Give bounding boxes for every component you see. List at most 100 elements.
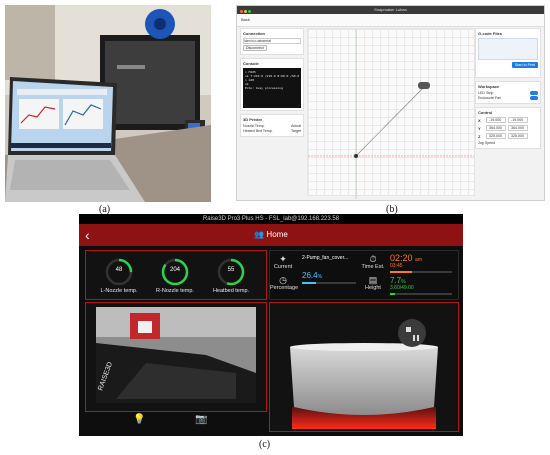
start-print-button[interactable]: Start to Print (512, 62, 538, 68)
camera-icon[interactable]: 📷 (195, 414, 207, 425)
percent-progress-bar (302, 282, 356, 284)
height-readout: 7.7% 3.60/49.00 (390, 276, 452, 295)
gauge-label: Heatbed temp. (212, 288, 250, 294)
console-heading: Console (243, 61, 259, 66)
temperature-panel: 48 L-Nozzle temp. 204 R-Nozzle temp. 55 … (85, 250, 267, 300)
toolbar: Back (237, 14, 544, 27)
console-line: Echo: busy processing (245, 86, 283, 90)
time-value: 02:20 (390, 253, 413, 263)
time-sub: 03:45 (390, 263, 403, 269)
work-position: -19.000 (486, 117, 506, 123)
led-strip-label: LED Strip (478, 91, 494, 95)
toolpath-view (308, 29, 474, 199)
time-unit: am (415, 257, 422, 263)
bed-temp-label: Heated Bed Temp. (243, 129, 273, 133)
time-progress-fill (390, 271, 412, 273)
file-block: 2-Pump_fan_cover... 26.4% (302, 255, 356, 284)
workspace-heading: Workspace (478, 84, 500, 89)
percent-value: 26.4 (302, 271, 318, 280)
window-controls (240, 8, 252, 16)
visualizer-canvas[interactable] (307, 28, 475, 199)
height-label: Height (365, 285, 381, 291)
actual-label: Actual (291, 124, 301, 128)
caption-c: (c) (259, 439, 271, 450)
time-progress-bar (390, 271, 452, 273)
axis-label: X (478, 117, 481, 123)
height-progress-fill (390, 293, 395, 295)
raise3d-touch-ui: Raise3D Pro3 Plus HS - FSL_lab@192.168.2… (79, 214, 463, 436)
connection-heading: Connection (243, 31, 265, 36)
home-title: Home (266, 230, 288, 239)
status-bar: Raise3D Pro3 Plus HS - FSL_lab@192.168.2… (79, 214, 463, 224)
home-title-wrap: 👥 Home (79, 224, 463, 246)
height-value: 7.7 (390, 276, 402, 285)
control-heading: Control (478, 110, 493, 115)
height-progress-bar (390, 293, 452, 295)
time-est-label: Time Est. (361, 264, 385, 270)
zoom-window-icon[interactable] (248, 10, 251, 13)
control-panel: Control X -19.000 -19.000 Y 364.000 364.000 … (475, 107, 541, 149)
connection-panel: Connection /dev/cu.usbserial Disconnect (240, 28, 304, 55)
back-button[interactable]: Back (241, 17, 250, 22)
enclosure-fan-toggle[interactable] (530, 96, 538, 100)
machine-position: 325.000 (508, 133, 528, 139)
machine-position: 364.000 (508, 125, 528, 131)
console-panel: Console > M105 ok T:210.0 /210.0 B:60.0 … (240, 58, 304, 111)
gauge-l-nozzle[interactable]: 48 L-Nozzle temp. (92, 257, 146, 294)
enclosure-fan-label: Enclosure Fan (478, 96, 502, 100)
axis-row-x: X -19.000 -19.000 (478, 117, 538, 123)
pause-button[interactable] (398, 319, 426, 347)
led-strip-toggle[interactable] (530, 91, 538, 95)
model-preview[interactable] (270, 303, 458, 431)
percentage-label: Percentage (270, 285, 299, 291)
disconnect-button[interactable]: Disconnect (243, 45, 267, 51)
gauge-label: L-Nozzle temp. (100, 288, 138, 294)
time-est-block: ⏱ Time Est. (360, 254, 386, 270)
time-readout: 02:20 am 03:45 (390, 253, 452, 273)
clock-icon: ◷ (279, 275, 287, 285)
height-block: ▤ Height (360, 275, 386, 291)
minimize-window-icon[interactable] (244, 10, 247, 13)
height-icon: ▤ (368, 275, 378, 285)
axis-label: Y (478, 125, 481, 131)
close-window-icon[interactable] (240, 10, 243, 13)
work-position: 364.000 (486, 125, 506, 131)
percentage-block: ◷ Percentage (270, 275, 299, 291)
printer-panel: 3D Printer Nozzle Temp. Actual Heated Be… (240, 114, 304, 137)
toolhead-icon (418, 82, 430, 89)
machine-position: -19.000 (508, 117, 528, 123)
percent-unit: % (317, 274, 323, 280)
percent-progress-fill (302, 282, 317, 284)
window-title: Snapmaker Luban (374, 7, 407, 12)
model-preview-panel (269, 302, 459, 432)
work-position: 325.000 (486, 133, 506, 139)
gauge-r-nozzle[interactable]: 204 R-Nozzle temp. (148, 257, 202, 294)
gcode-panel: G-code Files Start to Print (475, 28, 541, 78)
height-sub: 3.60/49.00 (390, 285, 414, 291)
pin-icon: ✦ (279, 254, 287, 264)
port-select[interactable]: /dev/cu.usbserial (243, 38, 301, 44)
gauge-value: 48 (115, 267, 123, 273)
people-icon: 👥 (254, 230, 265, 239)
lab-photo-illustration (5, 5, 211, 202)
workspace-panel: Workspace LED Strip Enclosure Fan (475, 81, 541, 104)
axis-row-y: Y 364.000 364.000 (478, 125, 538, 131)
console-output[interactable]: > M105 ok T:210.0 /210.0 B:60.0 /60.0 > … (243, 68, 301, 108)
gcode-preview (478, 38, 538, 60)
timer-icon: ⏱ (369, 254, 377, 264)
gauge-value: 204 (169, 267, 180, 273)
percent-readout: 26.4% (302, 271, 356, 280)
job-info-panel: ✦ Current ◷ Percentage 2-Pump_fan_cover.… (269, 250, 459, 300)
jog-speed-label: Jog Speed (478, 141, 496, 145)
nozzle-temp-label: Nozzle Temp. (243, 124, 265, 128)
camera-feed[interactable]: RAISE3D (86, 303, 266, 411)
light-bulb-icon[interactable]: 💡 (133, 414, 145, 425)
gauge-heatbed[interactable]: 55 Heatbed temp. (204, 257, 258, 294)
target-label: Target (291, 129, 301, 133)
right-sidebar: G-code Files Start to Print Workspace LE… (475, 28, 541, 196)
gcode-heading: G-code Files (478, 31, 503, 36)
snapmaker-luban-window: Snapmaker Luban Back Connection /dev/cu.… (236, 5, 545, 201)
current-label: Current (273, 264, 293, 270)
header-bar: ‹ 👥 Home (79, 224, 463, 246)
left-sidebar: Connection /dev/cu.usbserial Disconnect … (240, 28, 304, 196)
